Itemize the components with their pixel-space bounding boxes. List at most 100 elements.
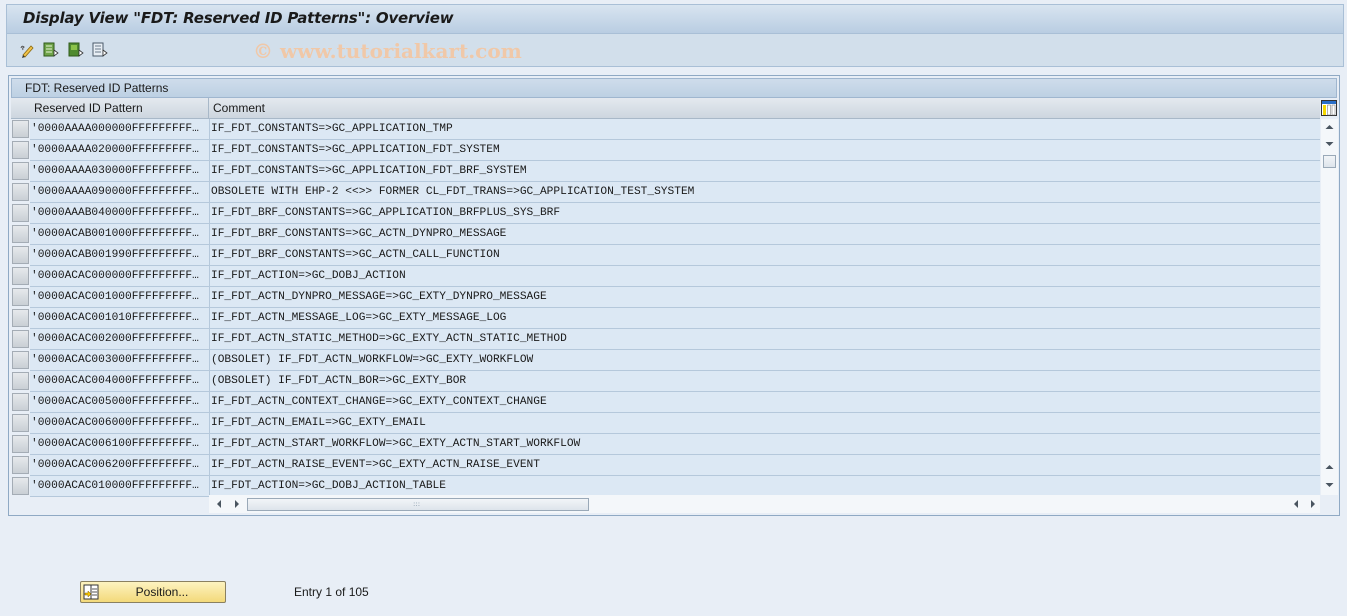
table-row[interactable]: '0000ACAC006200FFFFFFFFF… IF_FDT_ACTN_RAI… xyxy=(11,455,1320,476)
scroll-up-icon[interactable] xyxy=(1321,119,1338,135)
table-row[interactable]: '0000ACAC010000FFFFFFFFF… IF_FDT_ACTION=>… xyxy=(11,476,1320,497)
display-change-icon[interactable] xyxy=(19,42,35,58)
table-row[interactable]: '0000ACAC006100FFFFFFFFF… IF_FDT_ACTN_STA… xyxy=(11,434,1320,455)
table-row[interactable]: '0000AAAB040000FFFFFFFFF… IF_FDT_BRF_CONS… xyxy=(11,203,1320,224)
cell-reserved-id-pattern[interactable]: '0000AAAA020000FFFFFFFFF… xyxy=(30,140,210,161)
table-rows: '0000AAAA000000FFFFFFFFF… IF_FDT_CONSTANT… xyxy=(11,119,1320,497)
cell-comment[interactable]: IF_FDT_BRF_CONSTANTS=>GC_ACTN_CALL_FUNCT… xyxy=(210,245,1320,266)
scroll-page-down-icon[interactable] xyxy=(1321,477,1338,493)
table-row[interactable]: '0000ACAC001010FFFFFFFFF… IF_FDT_ACTN_MES… xyxy=(11,308,1320,329)
select-all-icon[interactable] xyxy=(43,42,59,58)
row-selector[interactable] xyxy=(12,456,29,474)
row-selector[interactable] xyxy=(12,372,29,390)
horizontal-scroll-thumb[interactable]: ::: xyxy=(247,498,589,511)
table-row[interactable]: '0000AAAA000000FFFFFFFFF… IF_FDT_CONSTANT… xyxy=(11,119,1320,140)
page-title: Display View "FDT: Reserved ID Patterns"… xyxy=(23,9,454,27)
row-selector[interactable] xyxy=(12,393,29,411)
cell-reserved-id-pattern[interactable]: '0000AAAA000000FFFFFFFFF… xyxy=(30,119,210,140)
cell-comment[interactable]: IF_FDT_BRF_CONSTANTS=>GC_APPLICATION_BRF… xyxy=(210,203,1320,224)
cell-reserved-id-pattern[interactable]: '0000ACAC002000FFFFFFFFF… xyxy=(30,329,210,350)
row-selector[interactable] xyxy=(12,288,29,306)
table-settings-icon[interactable] xyxy=(1321,100,1337,116)
table-row[interactable]: '0000ACAB001000FFFFFFFFF… IF_FDT_BRF_CONS… xyxy=(11,224,1320,245)
column-header-reserved-id-pattern[interactable]: Reserved ID Pattern xyxy=(30,98,209,119)
cell-comment[interactable]: IF_FDT_ACTN_EMAIL=>GC_EXTY_EMAIL xyxy=(210,413,1320,434)
column-header-comment[interactable]: Comment xyxy=(209,98,1320,119)
scroll-page-up-icon[interactable] xyxy=(1321,459,1338,475)
scroll-left-icon[interactable] xyxy=(212,496,227,512)
table-title: FDT: Reserved ID Patterns xyxy=(25,81,169,95)
application-toolbar: © www.tutorialkart.com xyxy=(6,34,1344,67)
row-selector[interactable] xyxy=(12,330,29,348)
cell-reserved-id-pattern[interactable]: '0000ACAC001000FFFFFFFFF… xyxy=(30,287,210,308)
scroll-right-icon[interactable] xyxy=(229,496,244,512)
cell-reserved-id-pattern[interactable]: '0000ACAC005000FFFFFFFFF… xyxy=(30,392,210,413)
cell-reserved-id-pattern[interactable]: '0000ACAB001990FFFFFFFFF… xyxy=(30,245,210,266)
row-selector[interactable] xyxy=(12,267,29,285)
cell-comment[interactable]: IF_FDT_ACTION=>GC_DOBJ_ACTION xyxy=(210,266,1320,287)
scroll-down-icon[interactable] xyxy=(1321,136,1338,152)
cell-comment[interactable]: IF_FDT_CONSTANTS=>GC_APPLICATION_FDT_SYS… xyxy=(210,140,1320,161)
cell-comment[interactable]: IF_FDT_ACTN_DYNPRO_MESSAGE=>GC_EXTY_DYNP… xyxy=(210,287,1320,308)
cell-reserved-id-pattern[interactable]: '0000ACAC006000FFFFFFFFF… xyxy=(30,413,210,434)
cell-comment[interactable]: (OBSOLET) IF_FDT_ACTN_WORKFLOW=>GC_EXTY_… xyxy=(210,350,1320,371)
row-selector[interactable] xyxy=(12,435,29,453)
cell-comment[interactable]: OBSOLETE WITH EHP-2 <<>> FORMER CL_FDT_T… xyxy=(210,182,1320,203)
position-button[interactable]: Position... xyxy=(80,581,226,603)
horizontal-scrollbar[interactable]: ::: xyxy=(209,495,1320,513)
sap-window: Display View "FDT: Reserved ID Patterns"… xyxy=(0,0,1347,616)
row-selector[interactable] xyxy=(12,183,29,201)
cell-comment[interactable]: IF_FDT_ACTION=>GC_DOBJ_ACTION_TABLE xyxy=(210,476,1320,497)
table-row[interactable]: '0000AAAA020000FFFFFFFFF… IF_FDT_CONSTANT… xyxy=(11,140,1320,161)
table-row[interactable]: '0000ACAC005000FFFFFFFFF… IF_FDT_ACTN_CON… xyxy=(11,392,1320,413)
select-all-rows-header[interactable] xyxy=(11,98,30,119)
cell-reserved-id-pattern[interactable]: '0000ACAC006100FFFFFFFFF… xyxy=(30,434,210,455)
cell-comment[interactable]: IF_FDT_BRF_CONSTANTS=>GC_ACTN_DYNPRO_MES… xyxy=(210,224,1320,245)
cell-reserved-id-pattern[interactable]: '0000ACAC001010FFFFFFFFF… xyxy=(30,308,210,329)
table-row[interactable]: '0000ACAB001990FFFFFFFFF… IF_FDT_BRF_CONS… xyxy=(11,245,1320,266)
cell-comment[interactable]: IF_FDT_ACTN_STATIC_METHOD=>GC_EXTY_ACTN_… xyxy=(210,329,1320,350)
cell-comment[interactable]: IF_FDT_ACTN_START_WORKFLOW=>GC_EXTY_ACTN… xyxy=(210,434,1320,455)
scroll-left-end-icon[interactable] xyxy=(1289,496,1304,512)
cell-comment[interactable]: IF_FDT_ACTN_RAISE_EVENT=>GC_EXTY_ACTN_RA… xyxy=(210,455,1320,476)
cell-comment[interactable]: IF_FDT_CONSTANTS=>GC_APPLICATION_FDT_BRF… xyxy=(210,161,1320,182)
select-block-icon[interactable] xyxy=(68,42,84,58)
cell-reserved-id-pattern[interactable]: '0000ACAC004000FFFFFFFFF… xyxy=(30,371,210,392)
table-row[interactable]: '0000ACAC001000FFFFFFFFF… IF_FDT_ACTN_DYN… xyxy=(11,287,1320,308)
cell-reserved-id-pattern[interactable]: '0000ACAC000000FFFFFFFFF… xyxy=(30,266,210,287)
table-row[interactable]: '0000ACAC000000FFFFFFFFF… IF_FDT_ACTION=>… xyxy=(11,266,1320,287)
table-row[interactable]: '0000ACAC004000FFFFFFFFF… (OBSOLET) IF_FD… xyxy=(11,371,1320,392)
row-selector[interactable] xyxy=(12,141,29,159)
cell-comment[interactable]: IF_FDT_CONSTANTS=>GC_APPLICATION_TMP xyxy=(210,119,1320,140)
watermark: © www.tutorialkart.com xyxy=(253,39,522,63)
row-selector[interactable] xyxy=(12,204,29,222)
row-selector[interactable] xyxy=(12,309,29,327)
cell-reserved-id-pattern[interactable]: '0000AAAA030000FFFFFFFFF… xyxy=(30,161,210,182)
row-selector[interactable] xyxy=(12,477,29,495)
cell-comment[interactable]: (OBSOLET) IF_FDT_ACTN_BOR=>GC_EXTY_BOR xyxy=(210,371,1320,392)
cell-reserved-id-pattern[interactable]: '0000ACAB001000FFFFFFFFF… xyxy=(30,224,210,245)
cell-reserved-id-pattern[interactable]: '0000AAAA090000FFFFFFFFF… xyxy=(30,182,210,203)
row-selector[interactable] xyxy=(12,162,29,180)
cell-comment[interactable]: IF_FDT_ACTN_MESSAGE_LOG=>GC_EXTY_MESSAGE… xyxy=(210,308,1320,329)
vertical-scroll-thumb[interactable] xyxy=(1323,155,1336,168)
scroll-right-end-icon[interactable] xyxy=(1305,496,1320,512)
row-selector[interactable] xyxy=(12,225,29,243)
row-selector[interactable] xyxy=(12,120,29,138)
row-selector[interactable] xyxy=(12,351,29,369)
table-row[interactable]: '0000ACAC003000FFFFFFFFF… (OBSOLET) IF_FD… xyxy=(11,350,1320,371)
deselect-all-icon[interactable] xyxy=(92,42,108,58)
table-row[interactable]: '0000AAAA030000FFFFFFFFF… IF_FDT_CONSTANT… xyxy=(11,161,1320,182)
vertical-scrollbar[interactable] xyxy=(1321,119,1338,495)
cell-reserved-id-pattern[interactable]: '0000ACAC003000FFFFFFFFF… xyxy=(30,350,210,371)
table-row[interactable]: '0000ACAC006000FFFFFFFFF… IF_FDT_ACTN_EMA… xyxy=(11,413,1320,434)
row-selector[interactable] xyxy=(12,246,29,264)
table-title-bar: FDT: Reserved ID Patterns xyxy=(11,78,1337,98)
table-row[interactable]: '0000AAAA090000FFFFFFFFF… OBSOLETE WITH E… xyxy=(11,182,1320,203)
table-row[interactable]: '0000ACAC002000FFFFFFFFF… IF_FDT_ACTN_STA… xyxy=(11,329,1320,350)
cell-reserved-id-pattern[interactable]: '0000AAAB040000FFFFFFFFF… xyxy=(30,203,210,224)
cell-comment[interactable]: IF_FDT_ACTN_CONTEXT_CHANGE=>GC_EXTY_CONT… xyxy=(210,392,1320,413)
row-selector[interactable] xyxy=(12,414,29,432)
cell-reserved-id-pattern[interactable]: '0000ACAC006200FFFFFFFFF… xyxy=(30,455,210,476)
cell-reserved-id-pattern[interactable]: '0000ACAC010000FFFFFFFFF… xyxy=(30,476,210,497)
